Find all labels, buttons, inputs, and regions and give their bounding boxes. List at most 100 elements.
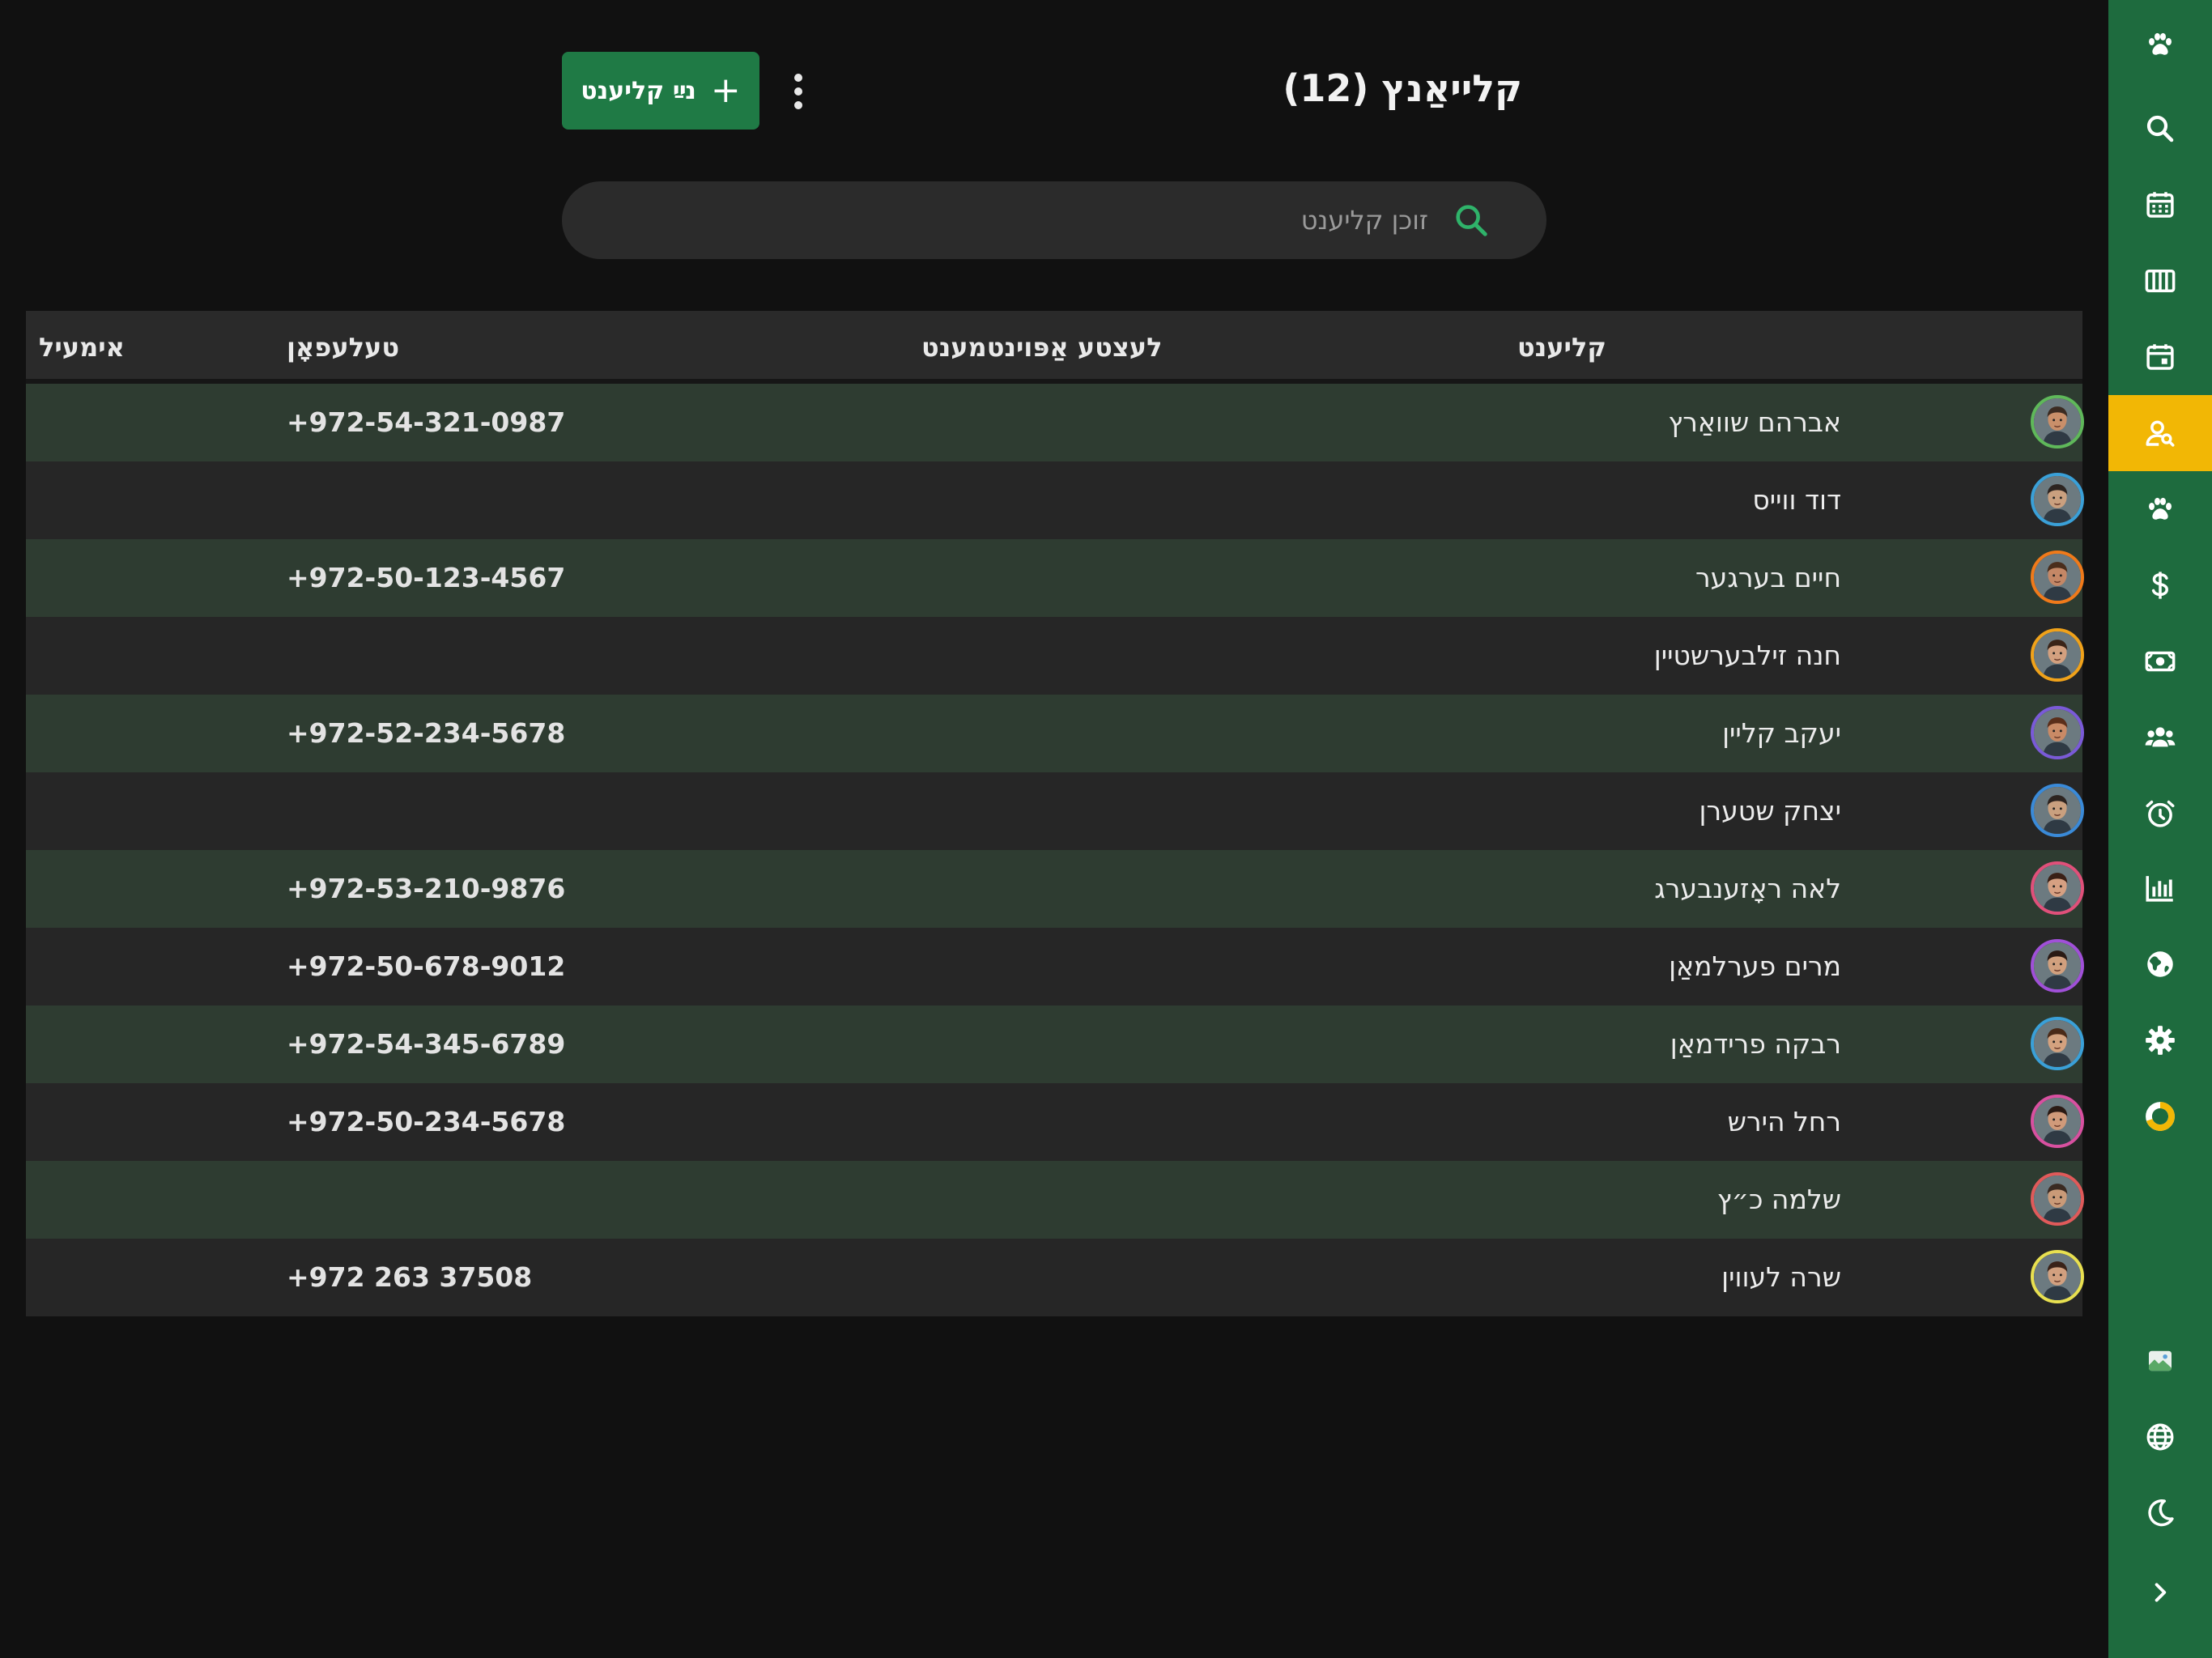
client-name[interactable]: שלמה כ״ץ xyxy=(1517,1161,1841,1239)
table-row[interactable]: מרים פערלמאַן +972-50-678-9012 xyxy=(26,928,2084,1005)
avatar xyxy=(2031,628,2084,682)
column-header-email[interactable]: אימעיל xyxy=(39,311,125,384)
paw-icon xyxy=(2149,32,2172,55)
sidebar-item-team[interactable] xyxy=(2108,701,2212,774)
sidebar-item-expand[interactable] xyxy=(2108,1556,2212,1629)
sidebar xyxy=(2108,0,2212,1658)
avatar xyxy=(2031,706,2084,759)
sidebar-item-settings[interactable] xyxy=(2108,1004,2212,1077)
sidebar-item-theme[interactable] xyxy=(2108,1477,2212,1550)
avatar xyxy=(2031,1017,2084,1070)
banknote-icon xyxy=(2145,651,2176,672)
search-icon xyxy=(2146,115,2174,142)
app-root: קלייאַנץ (12) + נײַ קליענט קליענט לעצטע … xyxy=(0,0,2212,1658)
table-row[interactable]: חיים בערגער +972-50-123-4567 xyxy=(26,539,2084,617)
avatar xyxy=(2031,1095,2084,1148)
add-client-button[interactable]: + נײַ קליענט xyxy=(562,52,759,130)
client-name[interactable]: חיים בערגער xyxy=(1517,539,1841,617)
client-name[interactable]: חנה זילבערשטיין xyxy=(1517,617,1841,695)
sidebar-item-reminders[interactable] xyxy=(2108,777,2212,850)
moon-icon xyxy=(2148,1499,2174,1527)
sidebar-item-pricing[interactable] xyxy=(2108,549,2212,622)
table-row[interactable]: רבקה פרידמאַן +972-54-345-6789 xyxy=(26,1005,2084,1083)
users-icon xyxy=(2145,727,2176,747)
client-name[interactable]: לאה ראָזענבערג xyxy=(1517,850,1841,928)
search-bar[interactable] xyxy=(562,181,1546,259)
table-row[interactable]: לאה ראָזענבערג +972-53-210-9876 xyxy=(26,850,2084,928)
broken-image-icon xyxy=(2149,1350,2172,1371)
table-row[interactable]: אברהם שוואַרץ +972-54-321-0987 xyxy=(26,384,2084,461)
dollar-icon xyxy=(2151,572,2168,599)
search-icon xyxy=(1456,205,1487,236)
client-phone[interactable]: +972-50-234-5678 xyxy=(287,1083,565,1161)
plus-icon: + xyxy=(710,70,741,111)
calendar-grid-icon xyxy=(2146,192,2174,218)
client-name[interactable]: מרים פערלמאַן xyxy=(1517,928,1841,1005)
sidebar-item-profile[interactable] xyxy=(2108,1324,2212,1397)
client-name[interactable]: רחל הירש xyxy=(1517,1083,1841,1161)
avatar xyxy=(2031,395,2084,449)
sidebar-item-search[interactable] xyxy=(2108,92,2212,165)
add-client-label: נײַ קליענט xyxy=(581,76,696,105)
sidebar-item-clients[interactable] xyxy=(2108,395,2212,471)
avatar xyxy=(2031,784,2084,837)
table-body: אברהם שוואַרץ +972-54-321-0987 דוד ווייס חי… xyxy=(26,384,2084,1316)
sidebar-item-board[interactable] xyxy=(2108,244,2212,317)
client-phone[interactable]: +972-53-210-9876 xyxy=(287,850,565,928)
client-phone[interactable]: +972-50-123-4567 xyxy=(287,539,565,617)
calendar-day-icon xyxy=(2146,344,2174,370)
columns-icon xyxy=(2145,270,2176,292)
client-name[interactable]: יצחק שטערן xyxy=(1517,772,1841,850)
avatar xyxy=(2031,1172,2084,1226)
sidebar-item-reports[interactable] xyxy=(2108,852,2212,925)
client-name[interactable]: יעקב קליין xyxy=(1517,695,1841,772)
table-row[interactable]: שלמה כ״ץ xyxy=(26,1161,2084,1239)
avatar xyxy=(2031,473,2084,526)
client-phone[interactable]: +972-54-345-6789 xyxy=(287,1005,565,1083)
client-phone[interactable]: +972-52-234-5678 xyxy=(287,695,565,772)
table-header: קליענט לעצטע אַפּוינטמענט טעלעפאָן אימעי… xyxy=(26,311,2082,384)
gear-icon xyxy=(2146,1026,2175,1055)
table-row[interactable]: דוד ווייס xyxy=(26,461,2084,539)
avatar xyxy=(2031,551,2084,604)
client-phone[interactable]: +972-54-321-0987 xyxy=(287,384,565,461)
table-row[interactable]: יצחק שטערן xyxy=(26,772,2084,850)
sidebar-item-appointments[interactable] xyxy=(2108,321,2212,393)
avatar xyxy=(2031,1250,2084,1303)
more-vertical-icon xyxy=(794,74,802,82)
sidebar-item-logo[interactable] xyxy=(2108,8,2212,81)
clients-table: קליענט לעצטע אַפּוינטמענט טעלעפאָן אימעי… xyxy=(26,311,2084,1316)
bar-chart-icon xyxy=(2146,876,2173,902)
page-title: קלייאַנץ (12) xyxy=(1283,66,1522,110)
table-row[interactable]: חנה זילבערשטיין xyxy=(26,617,2084,695)
column-header-phone[interactable]: טעלעפאָן xyxy=(287,311,399,384)
sidebar-item-language[interactable] xyxy=(2108,1401,2212,1473)
client-name[interactable]: דוד ווייס xyxy=(1517,461,1841,539)
more-options-button[interactable] xyxy=(777,66,819,117)
table-row[interactable]: שרה לעווין +972 263 37508 xyxy=(26,1239,2084,1316)
table-row[interactable]: רחל הירש +972-50-234-5678 xyxy=(26,1083,2084,1161)
user-search-icon xyxy=(2146,420,2175,447)
column-header-last-appointment[interactable]: לעצטע אַפּוינטמענט xyxy=(921,311,1162,384)
sidebar-item-status[interactable] xyxy=(2108,1080,2212,1153)
table-row[interactable]: יעקב קליין +972-52-234-5678 xyxy=(26,695,2084,772)
client-name[interactable]: שרה לעווין xyxy=(1517,1239,1841,1316)
avatar xyxy=(2031,939,2084,993)
alarm-icon xyxy=(2146,800,2175,827)
avatar xyxy=(2031,861,2084,915)
search-input[interactable] xyxy=(781,205,1428,236)
sidebar-item-web[interactable] xyxy=(2108,928,2212,1001)
column-header-client[interactable]: קליענט xyxy=(1517,311,1606,384)
chevron-right-icon xyxy=(2155,1583,2167,1602)
client-name[interactable]: רבקה פרידמאַן xyxy=(1517,1005,1841,1083)
globe-icon xyxy=(2147,951,2173,977)
paw-icon xyxy=(2149,497,2172,520)
donut-icon xyxy=(2146,1102,2175,1131)
sidebar-item-pets[interactable] xyxy=(2108,473,2212,546)
sidebar-item-calendar[interactable] xyxy=(2108,168,2212,241)
sidebar-item-payments[interactable] xyxy=(2108,625,2212,698)
globe-outline-icon xyxy=(2146,1423,2174,1451)
client-phone[interactable]: +972 263 37508 xyxy=(287,1239,532,1316)
client-name[interactable]: אברהם שוואַרץ xyxy=(1517,384,1841,461)
client-phone[interactable]: +972-50-678-9012 xyxy=(287,928,565,1005)
